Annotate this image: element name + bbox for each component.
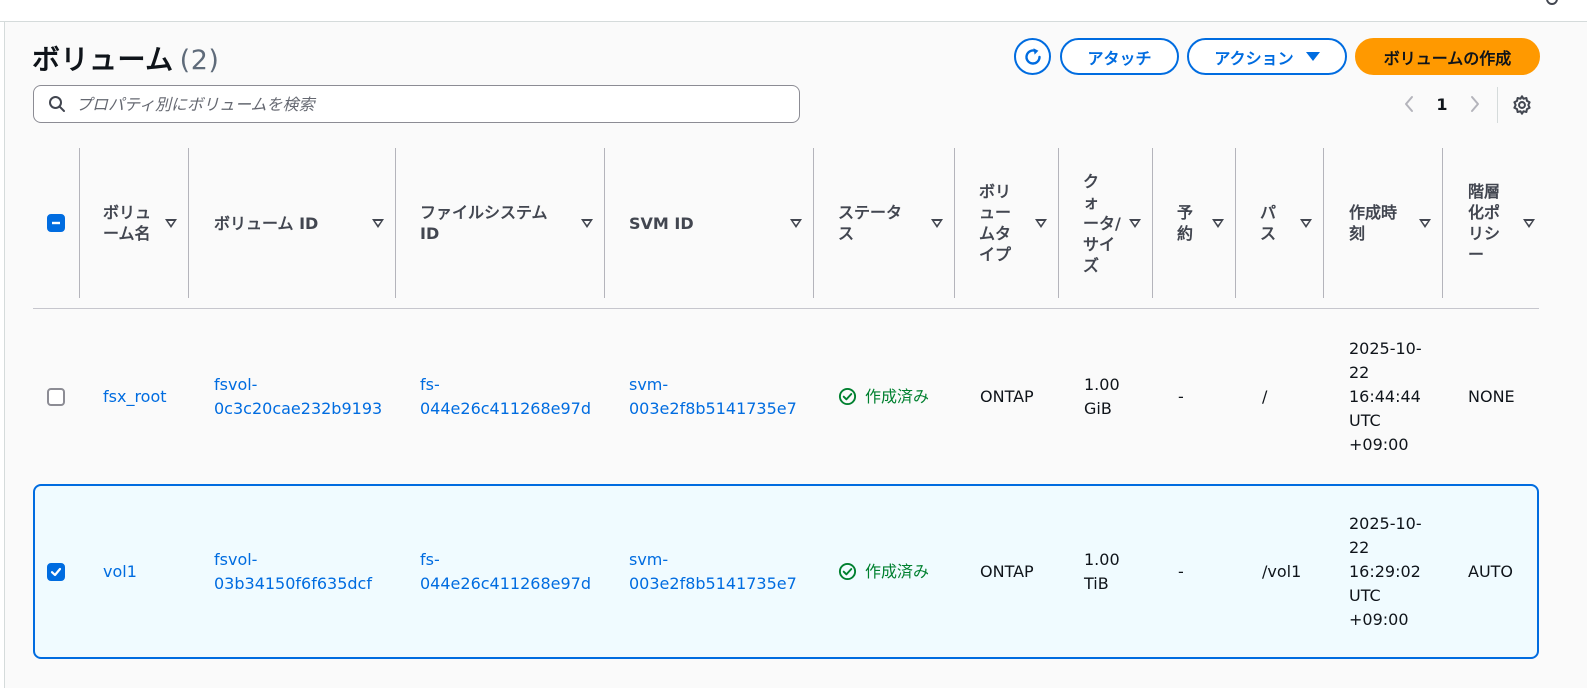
search-icon [49, 96, 65, 112]
volume-name-link[interactable]: fsx_root [103, 309, 167, 484]
column-label: パ ス [1260, 203, 1277, 243]
path: /vol1 [1262, 561, 1302, 581]
refresh-icon [1024, 47, 1041, 65]
tiering-policy: NONE [1468, 386, 1515, 406]
path: / [1262, 386, 1268, 406]
column-header-fs-id[interactable]: ファイルシステム ID [396, 148, 605, 298]
volume-type: ONTAP [980, 561, 1034, 581]
select-all-checkbox[interactable] [46, 214, 65, 232]
column-label: ボリュ ーム名 [103, 203, 152, 243]
sort-caret-icon [1300, 218, 1312, 228]
sort-caret-icon [1419, 218, 1431, 228]
status-badge: 作成済み [838, 309, 929, 484]
sort-caret-icon [1523, 218, 1535, 228]
gear-icon[interactable] [1511, 94, 1533, 116]
sort-caret-icon [581, 218, 593, 228]
column-header-quota-size[interactable]: ク ォ ータ/ サイ ズ [1059, 148, 1153, 298]
sort-caret-icon [1129, 218, 1141, 228]
page-title: ボリューム (2) [32, 38, 219, 78]
sort-caret-icon [1212, 218, 1224, 228]
check-circle-icon [838, 562, 857, 581]
top-strip [0, 0, 1587, 22]
sort-caret-icon [1035, 218, 1047, 228]
minus-icon [51, 221, 60, 225]
quota-size: 1.00 GiB [1084, 374, 1120, 418]
table-header: ボリュ ーム名 ボリューム ID ファイルシステム ID SVM ID ステータ… [33, 148, 1539, 309]
column-header-tiering-policy[interactable]: 階層 化ポ リシ ー [1443, 148, 1539, 298]
row-checkbox[interactable] [47, 387, 65, 406]
column-label: 作成時 刻 [1349, 203, 1398, 243]
attach-button[interactable]: アタッチ [1060, 38, 1179, 75]
volume-name-link[interactable]: vol1 [103, 486, 137, 657]
actions-label: アクション [1214, 50, 1294, 68]
created-time: 2025-10- 22 16:44:44 UTC +09:00 [1349, 338, 1422, 454]
chevron-right-icon [1471, 96, 1479, 112]
create-volume-button[interactable]: ボリュームの作成 [1355, 38, 1540, 75]
row-select-cell [47, 309, 65, 484]
column-label: ボリ ュー ムタ イプ [979, 182, 1012, 264]
status-text: 作成済み [865, 386, 930, 406]
reservation: - [1178, 561, 1184, 581]
column-header-created[interactable]: 作成時 刻 [1324, 148, 1443, 298]
gear-icon-partial [1546, 0, 1558, 5]
previous-page-button[interactable] [1398, 91, 1420, 117]
check-circle-icon [838, 387, 857, 406]
page-title-text: ボリューム [32, 43, 174, 76]
column-header-reservation[interactable]: 予 約 [1153, 148, 1236, 298]
tiering-policy: AUTO [1468, 561, 1514, 581]
next-page-button[interactable] [1464, 91, 1486, 117]
actions-dropdown-button[interactable]: アクション [1187, 38, 1347, 75]
sort-caret-icon [372, 218, 384, 228]
volume-type: ONTAP [980, 386, 1034, 406]
svm-id-link[interactable]: svm- 003e2f8b5141735e7 [629, 486, 797, 657]
column-header-status[interactable]: ステータ ス [814, 148, 955, 298]
sort-caret-icon [931, 218, 943, 228]
volume-id-link[interactable]: fsvol- 0c3c20cae232b9193 [214, 309, 382, 484]
volume-count: (2) [179, 45, 220, 76]
search-box [33, 85, 800, 123]
column-header-name[interactable]: ボリュ ーム名 [80, 148, 189, 298]
checkmark-icon [50, 567, 62, 576]
header-select-all [33, 148, 80, 298]
caret-down-icon [1305, 52, 1320, 61]
column-label: ステータ ス [838, 203, 903, 243]
column-header-volume-id[interactable]: ボリューム ID [189, 148, 396, 298]
file-system-id-link[interactable]: fs- 044e26c411268e97d [420, 309, 591, 484]
table-row[interactable]: fsx_root fsvol- 0c3c20cae232b9193 fs- 04… [33, 309, 1539, 484]
quota-size: 1.00 TiB [1084, 549, 1120, 593]
column-label: SVM ID [629, 213, 694, 233]
row-checkbox[interactable] [47, 562, 65, 581]
table-row-selected[interactable]: vol1 fsvol- 03b34150f6f635dcf fs- 044e26… [33, 484, 1539, 659]
volume-id-link[interactable]: fsvol- 03b34150f6f635dcf [214, 486, 372, 657]
status-badge: 作成済み [838, 486, 929, 657]
svm-id-link[interactable]: svm- 003e2f8b5141735e7 [629, 309, 797, 484]
reservation: - [1178, 386, 1184, 406]
page-number[interactable]: 1 [1431, 95, 1453, 114]
row-select-cell [47, 486, 65, 657]
status-text: 作成済み [865, 561, 930, 581]
pagination-divider [1497, 87, 1498, 123]
column-header-path[interactable]: パ ス [1236, 148, 1324, 298]
file-system-id-link[interactable]: fs- 044e26c411268e97d [420, 486, 591, 657]
column-label: 階層 化ポ リシ ー [1468, 182, 1501, 264]
created-time: 2025-10- 22 16:29:02 UTC +09:00 [1349, 513, 1422, 629]
column-header-volume-type[interactable]: ボリ ュー ムタ イプ [955, 148, 1059, 298]
sort-caret-icon [165, 218, 177, 228]
column-label: 予 約 [1177, 203, 1194, 243]
refresh-button[interactable] [1014, 38, 1051, 75]
column-header-svm-id[interactable]: SVM ID [605, 148, 814, 298]
column-label: ボリューム ID [214, 213, 319, 233]
pagination: 1 [1398, 90, 1486, 118]
chevron-left-icon [1405, 96, 1413, 112]
search-input[interactable] [76, 94, 756, 114]
sort-caret-icon [790, 218, 802, 228]
column-label: ク ォ ータ/ サイ ズ [1083, 171, 1121, 275]
column-label: ファイルシステム ID [420, 203, 548, 243]
